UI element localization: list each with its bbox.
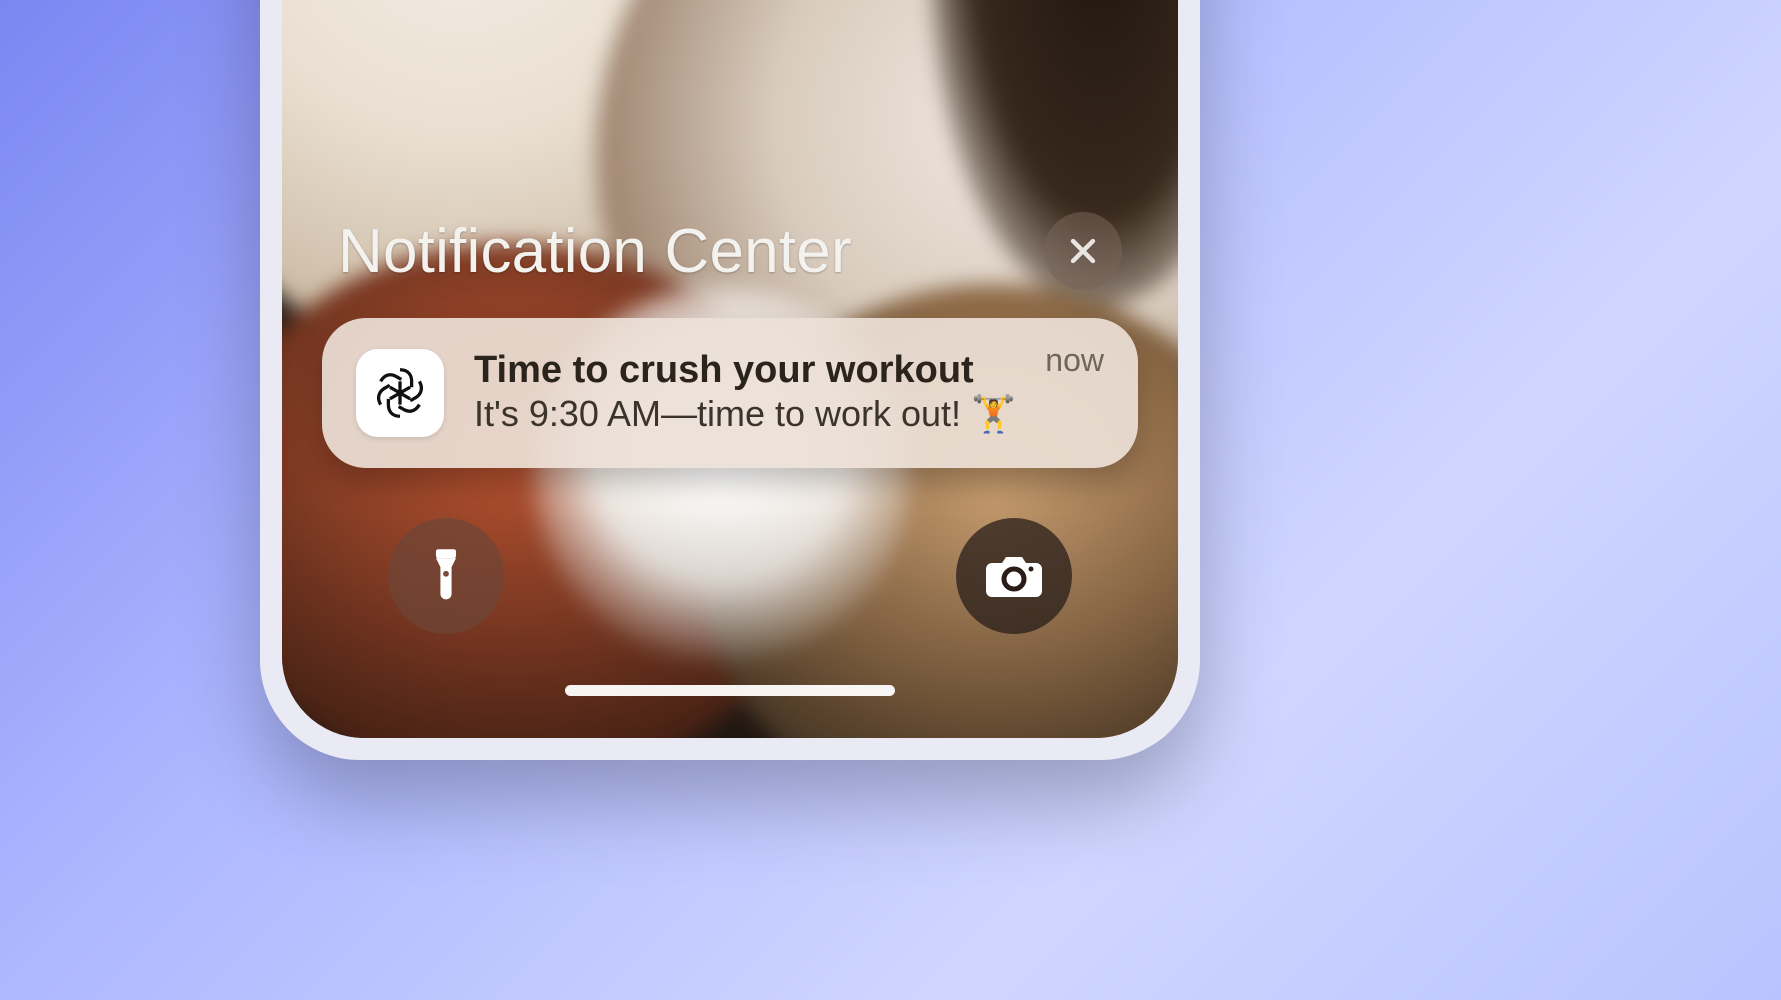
notification-text: Time to crush your workout It's 9:30 AM—… — [474, 350, 1045, 437]
flashlight-icon — [421, 547, 471, 605]
notification-card[interactable]: Time to crush your workout It's 9:30 AM—… — [322, 318, 1138, 468]
notification-body-text: It's 9:30 AM—time to work out! 🏋️ — [474, 393, 1016, 434]
openai-logo-icon — [369, 362, 431, 424]
flashlight-button[interactable] — [388, 518, 504, 634]
camera-icon — [984, 552, 1044, 600]
phone-frame: Notification Center — [260, 0, 1200, 760]
notification-timestamp: now — [1045, 342, 1104, 379]
notification-center-title: Notification Center — [338, 216, 852, 287]
notification-title: Time to crush your workout — [474, 350, 1033, 392]
dismiss-button[interactable] — [1044, 212, 1122, 290]
notification-body: It's 9:30 AM—time to work out! 🏋️ ... — [474, 391, 1033, 436]
home-indicator[interactable] — [565, 685, 895, 696]
camera-button[interactable] — [956, 518, 1072, 634]
notification-app-icon — [356, 349, 444, 437]
phone-screen: Notification Center — [282, 0, 1178, 738]
close-icon — [1066, 234, 1100, 268]
